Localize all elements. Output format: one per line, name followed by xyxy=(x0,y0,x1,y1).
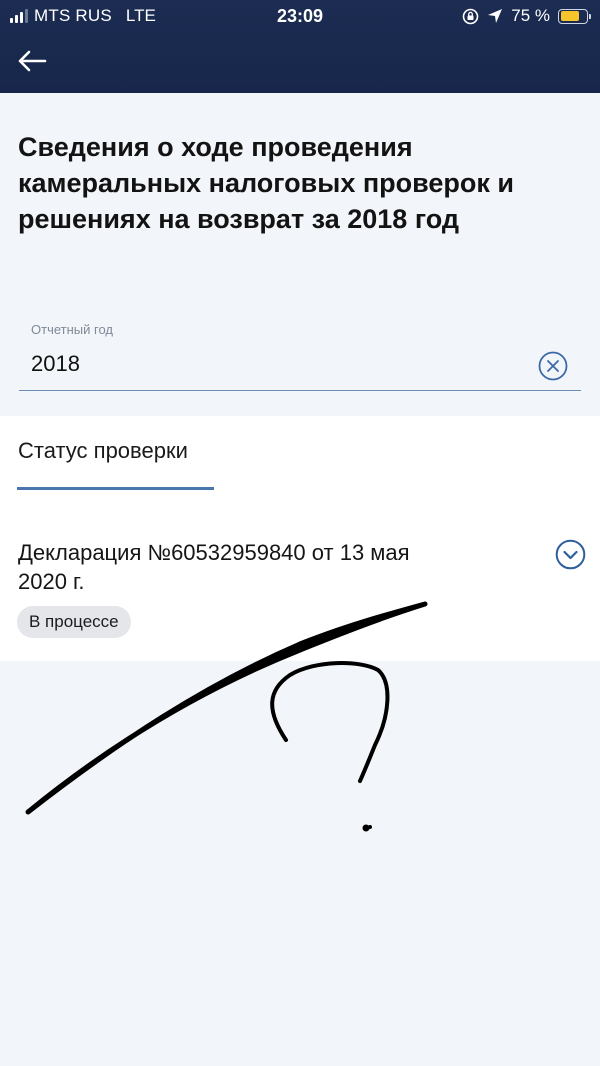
report-year-label: Отчетный год xyxy=(31,322,113,337)
page-title: Сведения о ходе проведения камеральных н… xyxy=(18,132,514,234)
inspection-card: Статус проверки Декларация №60532959840 … xyxy=(0,416,600,661)
report-year-input[interactable] xyxy=(31,351,511,377)
declaration-title[interactable]: Декларация №60532959840 от 13 мая 2020 г… xyxy=(18,538,438,596)
expand-declaration-button[interactable] xyxy=(555,539,586,570)
tab-inspection-status[interactable]: Статус проверки xyxy=(18,438,188,464)
status-badge: В процессе xyxy=(17,606,131,638)
back-button[interactable] xyxy=(14,44,50,78)
status-bar: MTS RUS LTE 23:09 75 % xyxy=(0,0,600,32)
battery-icon xyxy=(558,8,591,24)
close-circle-icon xyxy=(538,351,568,381)
rotation-lock-icon xyxy=(462,8,479,24)
app-header: MTS RUS LTE 23:09 75 % xyxy=(0,0,600,93)
clear-year-button[interactable] xyxy=(538,351,568,381)
location-icon xyxy=(488,9,503,23)
arrow-left-icon xyxy=(18,50,47,72)
active-tab-indicator xyxy=(17,487,214,490)
chevron-down-circle-icon xyxy=(555,539,586,570)
battery-fill xyxy=(560,11,580,21)
status-right: 75 % xyxy=(462,0,591,32)
report-year-underline xyxy=(19,390,581,391)
title-section: Сведения о ходе проведения камеральных н… xyxy=(0,93,600,416)
battery-percent: 75 % xyxy=(511,6,550,25)
